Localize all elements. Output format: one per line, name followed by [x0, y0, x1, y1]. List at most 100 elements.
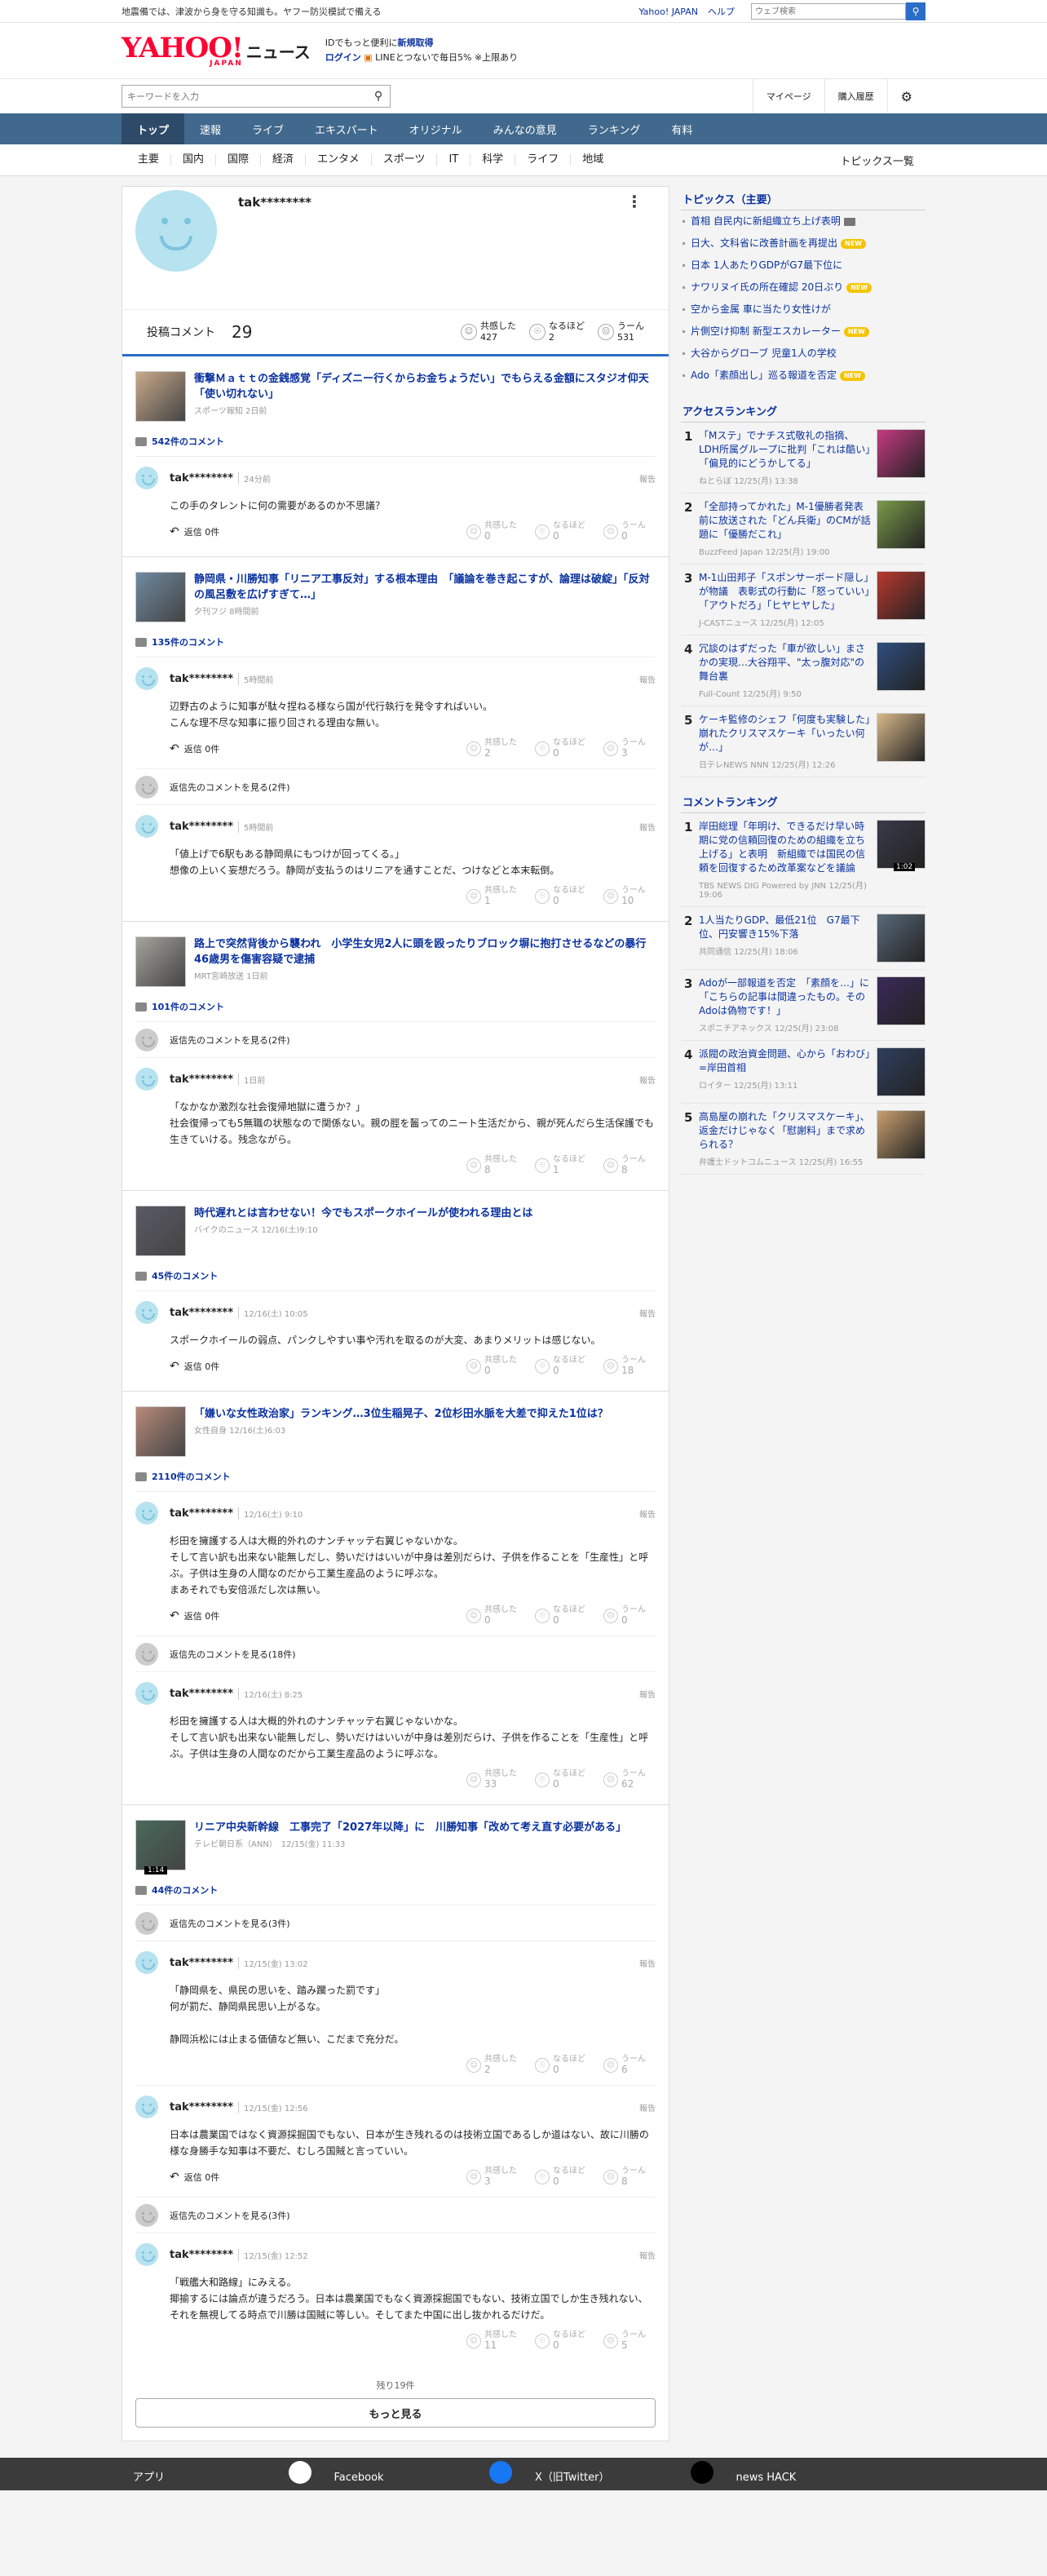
keyword-search-input[interactable] — [122, 86, 367, 107]
ranking-title[interactable]: 高島屋の崩れた「クリスマスケーキ」、返金だけじゃなく「慰謝料」まで求められる？ — [699, 1110, 872, 1152]
comment-user[interactable]: tak******** — [170, 1507, 233, 1520]
view-replies-link[interactable]: 返信先のコメントを見る(2件) — [135, 1021, 656, 1057]
comment-user[interactable]: tak******** — [170, 2249, 233, 2261]
article-title[interactable]: 静岡県・川勝知事「リニア工事反対」する根本理由 「議論を巻き起こすが、論理は破綻… — [194, 572, 656, 603]
reaction-insight-button[interactable]: ☉ なるほど 0 — [535, 738, 585, 759]
ranking-thumbnail[interactable]: 1:02 — [877, 820, 926, 871]
article-title[interactable]: 衝撃Ｍａｔｔの金銭感覚「ディズニー行くからお金ちょうだい」でもらえる金額にスタジ… — [194, 371, 656, 402]
report-link[interactable]: 報告 — [639, 2101, 656, 2113]
ranking-thumbnail[interactable] — [877, 642, 926, 691]
disaster-notice-link[interactable]: 地震備では、津波から身を守る知識も。ヤフー防災模試で備える — [121, 5, 638, 18]
reaction-hmm-button[interactable]: ☹ うーん 6 — [603, 2055, 646, 2076]
nav-top[interactable]: トップ — [121, 113, 185, 144]
ranking-item[interactable]: 5 ケーキ監修のシェフ「何度も実験した」 崩れたクリスマスケーキ「いったい何が…」… — [681, 706, 926, 777]
load-more-button[interactable]: もっと見る — [135, 2398, 656, 2428]
subnav-main[interactable]: 主要 — [121, 154, 172, 166]
ranking-thumbnail[interactable] — [877, 914, 926, 963]
ranking-title[interactable]: 岸田総理「年明け、できるだけ早い時期に党の信頼回復のための組織を立ち上げる」と表… — [699, 820, 872, 875]
ranking-thumbnail[interactable] — [877, 1110, 926, 1159]
avatar[interactable] — [135, 1951, 158, 1974]
avatar[interactable] — [135, 1301, 158, 1324]
line-promo-link[interactable]: LINEとつないで毎日5% ※上限あり — [375, 52, 518, 63]
service-name[interactable]: ニュース — [246, 39, 311, 63]
reaction-insight-button[interactable]: ☉ なるほど 1 — [535, 1155, 585, 1176]
ranking-title[interactable]: 「全部持ってかれた」M-1優勝者発表前に放送された「どん兵衛」のCMが話題に「優… — [699, 500, 872, 542]
ranking-title[interactable]: 派閥の政治資金問題、心から「おわび」=岸田首相 — [699, 1047, 872, 1075]
footer-x[interactable]: X（旧Twitter） — [524, 2461, 725, 2490]
article-header[interactable]: 1:14 リニア中央新幹線 工事完了「2027年以降」に 川勝知事「改めて考え直す… — [135, 1820, 656, 1874]
ranking-thumbnail[interactable] — [877, 429, 926, 478]
topic-item[interactable]: 大谷からグローブ 児童1人の学校 — [681, 343, 926, 365]
login-link[interactable]: ログイン — [325, 52, 361, 63]
reaction-insight-button[interactable]: ☉ なるほど 0 — [535, 886, 585, 907]
ranking-title[interactable]: M-1山田邦子「スポンサーボード隠し」が物議 表彰式の行動に「怒っていい」「アウ… — [699, 571, 872, 613]
avatar[interactable] — [135, 467, 158, 489]
ranking-item[interactable]: 1 「Mステ」でナチス式敬礼の指摘、LDH所属グループに批判「これは酷い」「偏見的… — [681, 423, 926, 494]
subnav-it[interactable]: IT — [437, 154, 471, 166]
comment-user[interactable]: tak******** — [170, 673, 233, 685]
reaction-agree-button[interactable]: ☺ 共感した 11 — [466, 2330, 517, 2352]
subnav-sports[interactable]: スポーツ — [372, 154, 438, 166]
reaction-hmm-button[interactable]: ☹ うーん 10 — [603, 886, 646, 907]
topic-item[interactable]: ナワリヌイ氏の所在確認 20日ぶり NEW — [681, 277, 926, 299]
view-replies-link[interactable]: 返信先のコメントを見る(18件) — [135, 1635, 656, 1671]
comment-count-link[interactable]: 135件のコメント — [135, 635, 656, 648]
gear-icon[interactable]: ⚙ — [886, 79, 926, 113]
topic-item[interactable]: 片側空け抑制 新型エスカレーター NEW — [681, 321, 926, 343]
ranking-item[interactable]: 4 派閥の政治資金問題、心から「おわび」=岸田首相 ロイター 12/25(月) 13… — [681, 1041, 926, 1104]
footer-newshack[interactable]: news HACK — [725, 2472, 926, 2490]
reaction-hmm-button[interactable]: ☹ うーん 62 — [603, 1769, 646, 1790]
topic-item[interactable]: Ado「素顔出し」巡る報道を否定 NEW — [681, 365, 926, 387]
reaction-hmm-button[interactable]: ☹ うーん 3 — [603, 738, 646, 759]
article-title[interactable]: リニア中央新幹線 工事完了「2027年以降」に 川勝知事「改めて考え直す必要があ… — [194, 1820, 626, 1835]
reaction-insight-button[interactable]: ☉ なるほど 0 — [535, 521, 585, 542]
reply-button[interactable]: ↶ 返信 0件 — [170, 525, 219, 538]
ranking-item[interactable]: 3 M-1山田邦子「スポンサーボード隠し」が物議 表彰式の行動に「怒っていい」「ア… — [681, 564, 926, 635]
reaction-hmm-button[interactable]: ☹ うーん 18 — [603, 1356, 646, 1377]
article-thumbnail[interactable] — [135, 1206, 186, 1256]
reply-button[interactable]: ↶ 返信 0件 — [170, 1360, 219, 1373]
article-title[interactable]: 時代遅れとは言わせない！今でもスポークホイールが使われる理由とは — [194, 1206, 532, 1221]
comment-user[interactable]: tak******** — [170, 2101, 233, 2113]
subnav-life[interactable]: ライフ — [515, 154, 572, 166]
reaction-insight-button[interactable]: ☉ なるほど 0 — [535, 1356, 585, 1377]
topics-list-link[interactable]: トピックス一覧 — [840, 153, 926, 168]
topic-item[interactable]: 空から金属 車に当たり女性けが — [681, 299, 926, 321]
reaction-insight-button[interactable]: ☉ なるほど 0 — [535, 1605, 585, 1627]
article-header[interactable]: 時代遅れとは言わせない！今でもスポークホイールが使われる理由とは バイクのニュース… — [135, 1206, 656, 1256]
reply-button[interactable]: ↶ 返信 0件 — [170, 1609, 219, 1622]
comment-count-link[interactable]: 542件のコメント — [135, 435, 656, 448]
reaction-hmm-button[interactable]: ☹ うーん 8 — [603, 1155, 646, 1176]
report-link[interactable]: 報告 — [639, 1688, 656, 1700]
article-header[interactable]: 衝撃Ｍａｔｔの金銭感覚「ディズニー行くからお金ちょうだい」でもらえる金額にスタジ… — [135, 371, 656, 422]
ranking-title[interactable]: ケーキ監修のシェフ「何度も実験した」 崩れたクリスマスケーキ「いったい何が…」 — [699, 713, 880, 755]
nav-opinion[interactable]: みんなの意見 — [478, 113, 572, 144]
reply-button[interactable]: ↶ 返信 0件 — [170, 742, 219, 755]
reply-button[interactable]: ↶ 返信 0件 — [170, 2171, 219, 2184]
mypage-link[interactable]: マイページ — [752, 79, 824, 113]
comment-count-link[interactable]: 44件のコメント — [135, 1883, 656, 1897]
subnav-science[interactable]: 科学 — [470, 154, 516, 166]
report-link[interactable]: 報告 — [639, 472, 656, 485]
report-link[interactable]: 報告 — [639, 673, 656, 685]
ranking-thumbnail[interactable] — [877, 713, 926, 762]
article-thumbnail[interactable] — [135, 572, 186, 622]
topic-item[interactable]: 日本 1人あたりGDPがG7最下位に — [681, 255, 926, 277]
article-title[interactable]: 路上で突然背後から襲われ 小学生女児2人に頭を殴ったりブロック塀に抱打させるなど… — [194, 936, 656, 967]
comment-count-link[interactable]: 2110件のコメント — [135, 1470, 656, 1483]
comment-user[interactable]: tak******** — [170, 1957, 233, 1969]
reaction-agree-button[interactable]: ☺ 共感した 0 — [466, 1605, 517, 1627]
report-link[interactable]: 報告 — [639, 821, 656, 833]
comment-user[interactable]: tak******** — [170, 1688, 233, 1700]
reaction-agree-button[interactable]: ☺ 共感した 3 — [466, 2167, 517, 2188]
comment-user[interactable]: tak******** — [170, 1307, 233, 1319]
subnav-domestic[interactable]: 国内 — [171, 154, 217, 166]
comment-user[interactable]: tak******** — [170, 821, 233, 833]
nav-original[interactable]: オリジナル — [394, 113, 478, 144]
ranking-item[interactable]: 1 岸田総理「年明け、できるだけ早い時期に党の信頼回復のための組織を立ち上げる」と… — [681, 813, 926, 907]
nav-paid[interactable]: 有料 — [656, 113, 708, 144]
reaction-agree-button[interactable]: ☺ 共感した 0 — [466, 521, 517, 542]
reaction-insight-button[interactable]: ☉ なるほど 0 — [535, 2330, 585, 2352]
avatar[interactable] — [135, 815, 158, 838]
reaction-insight-button[interactable]: ☉ なるほど 0 — [535, 2055, 585, 2076]
